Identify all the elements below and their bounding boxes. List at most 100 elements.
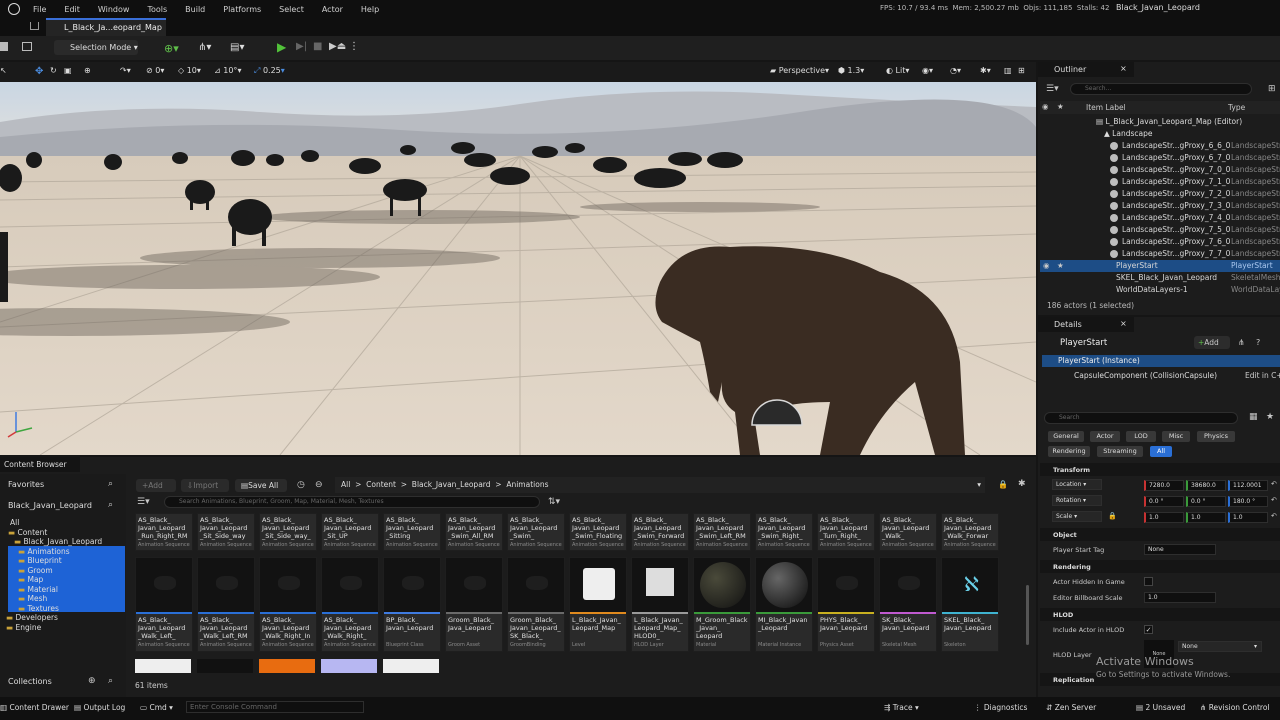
- menu-select[interactable]: Select: [270, 5, 313, 14]
- favorites-search-icon[interactable]: ⌕: [108, 479, 113, 489]
- asset-tile[interactable]: L_Black_Javan_ Leopard_Map Level: [569, 557, 627, 652]
- cb-settings-icon[interactable]: ✱: [1018, 479, 1026, 489]
- breadcrumb-all[interactable]: All: [341, 480, 350, 489]
- rotate-tool-icon[interactable]: ↻: [50, 66, 57, 75]
- hlod-layer-dropdown[interactable]: None ▾: [1178, 641, 1262, 652]
- menu-build[interactable]: Build: [176, 5, 214, 14]
- asset-tile[interactable]: AS_Black_ Javan_Leopard _Sit_UP Animation…: [321, 513, 379, 551]
- asset-tile[interactable]: AS_Black_ Javan_Leopard _Run_Right_RM Ani…: [135, 513, 193, 551]
- zen-server-button[interactable]: ⇵ Zen Server: [1046, 703, 1096, 712]
- section-object[interactable]: Object: [1040, 528, 1280, 541]
- stop-icon[interactable]: ■: [313, 41, 322, 52]
- filter-streaming[interactable]: Streaming: [1097, 446, 1143, 457]
- player-start-tag-input[interactable]: None: [1144, 544, 1216, 555]
- save-icon[interactable]: [0, 42, 8, 51]
- project-search-icon[interactable]: ⌕: [108, 500, 113, 510]
- unsaved-button[interactable]: ▤ 2 Unsaved: [1136, 703, 1185, 712]
- location-x[interactable]: 7280.0: [1144, 480, 1184, 491]
- outliner-row[interactable]: LandscapeStr...gProxy_7_7_0 LandscapeStr: [1040, 248, 1280, 260]
- asset-tile[interactable]: AS_Black_ Javan_Leopard _Swim_Forward Ani…: [631, 513, 689, 551]
- selection-mode-dropdown[interactable]: Selection Mode ▾: [54, 40, 138, 55]
- trace-dropdown[interactable]: ⇶ Trace ▾: [884, 703, 919, 712]
- menu-tools[interactable]: Tools: [138, 5, 176, 14]
- asset-tile[interactable]: AS_Black_ Javan_Leopard _Walk_Left_ Anima…: [135, 557, 193, 652]
- details-star-icon[interactable]: ★: [1266, 412, 1274, 422]
- play-icon[interactable]: ▶: [277, 40, 286, 54]
- translate-tool-icon[interactable]: ✥: [35, 66, 43, 77]
- cb-sort-icon[interactable]: ⇅▾: [548, 497, 560, 507]
- details-tab[interactable]: Details ×: [1038, 317, 1134, 332]
- tree-map[interactable]: ▬ Map: [18, 575, 43, 584]
- close-icon[interactable]: ×: [1120, 319, 1127, 328]
- filter-actor[interactable]: Actor: [1090, 431, 1120, 442]
- cinematics-icon[interactable]: ▤▾: [230, 42, 244, 53]
- tree-all[interactable]: All: [10, 518, 19, 527]
- asset-tile[interactable]: AS_Black_ Javan_Leopard _Sit_Side_way Ani…: [197, 513, 255, 551]
- asset-tile[interactable]: AS_Black_ Javan_Leopard _Walk_ Animation …: [879, 513, 937, 551]
- filter-rendering[interactable]: Rendering: [1048, 446, 1090, 457]
- asset-tile[interactable]: PHYS_Black_ Javan_Leopard Physics Asset: [817, 557, 875, 652]
- outliner-root[interactable]: ▤ L_Black_Javan_Leopard_Map (Editor): [1096, 117, 1242, 126]
- asset-tile[interactable]: AS_Black_ Javan_Leopard _Sitting Animatio…: [383, 513, 441, 551]
- reset-scale-icon[interactable]: ↶: [1271, 512, 1277, 520]
- close-icon[interactable]: ×: [1120, 64, 1127, 73]
- tree-groom[interactable]: ▬ Groom: [18, 566, 53, 575]
- asset-tile[interactable]: ℵ SKEL_Black_ Javan_Leopard Skeleton: [941, 557, 999, 652]
- component-instance-row[interactable]: PlayerStart (Instance): [1042, 355, 1280, 367]
- tree-material[interactable]: ▬ Material: [18, 585, 58, 594]
- asset-tile[interactable]: MI_Black_Javan _Leopard Material Instance: [755, 557, 813, 652]
- edit-in-cpp-link[interactable]: Edit in C+: [1245, 371, 1280, 380]
- collections-search-icon[interactable]: ⌕: [108, 676, 113, 686]
- layout-icon[interactable]: ▥: [1004, 66, 1012, 75]
- surface-snap-icon[interactable]: ↷▾: [120, 66, 131, 75]
- help-icon[interactable]: ?: [1256, 338, 1260, 347]
- cb-import-button[interactable]: ⇩Import: [181, 479, 229, 492]
- show-flags-icon[interactable]: ◉▾: [922, 66, 933, 75]
- actor-hidden-checkbox[interactable]: [1144, 577, 1153, 586]
- outliner-row[interactable]: LandscapeStr...gProxy_6_6_0 LandscapeStr: [1040, 140, 1280, 152]
- outliner-row[interactable]: LandscapeStr...gProxy_7_1_0 LandscapeStr: [1040, 176, 1280, 188]
- cb-add-button[interactable]: +Add: [136, 479, 176, 492]
- asset-tile[interactable]: BP_Black_ Javan_Leopard Blueprint Class: [383, 557, 441, 652]
- col-item-label[interactable]: Item Label: [1086, 103, 1126, 112]
- component-capsule-row[interactable]: CapsuleComponent (CollisionCapsule) Edit …: [1042, 370, 1280, 382]
- asset-tile[interactable]: AS_Black_ Javan_Leopard _Walk_Right_In An…: [259, 557, 317, 652]
- breadcrumb-content[interactable]: Content: [366, 480, 396, 489]
- lit-dropdown[interactable]: ◐ Lit▾: [886, 66, 909, 75]
- menu-edit[interactable]: Edit: [55, 5, 89, 14]
- lock-icon[interactable]: 🔒: [1108, 512, 1117, 520]
- asset-tile[interactable]: L_Black_Javan_ Leopard_Map_ HLOD0_ HLOD L…: [631, 557, 689, 652]
- eject-icon[interactable]: ▶⏏: [329, 41, 346, 52]
- asset-tile[interactable]: Groom_Black_ Java_Leopard Groom Asset: [445, 557, 503, 652]
- outliner-row-world[interactable]: WorldDataLayers-1 WorldDataLay: [1040, 284, 1280, 296]
- menu-window[interactable]: Window: [89, 5, 139, 14]
- add-component-button[interactable]: +Add: [1194, 336, 1230, 349]
- scale-snap[interactable]: ⤢ 0.25▾: [254, 66, 285, 76]
- filter-physics[interactable]: Physics: [1197, 431, 1235, 442]
- col-type[interactable]: Type: [1228, 103, 1245, 112]
- grid-snap-icon[interactable]: ⊘ 0▾: [146, 66, 164, 75]
- cb-search-input[interactable]: Search Animations, Blueprint, Groom, Map…: [164, 496, 540, 508]
- rotation-x[interactable]: 0.0 °: [1144, 496, 1184, 507]
- performance-icon[interactable]: ◔▾: [950, 66, 961, 75]
- section-hlod[interactable]: HLOD: [1040, 608, 1280, 621]
- outliner-row-skel[interactable]: SKEL_Black_Javan_Leopard SkeletalMesh: [1040, 272, 1280, 284]
- location-dropdown[interactable]: Location ▾: [1052, 479, 1102, 490]
- favorites-header[interactable]: Favorites: [8, 480, 44, 489]
- unreal-logo-icon[interactable]: [8, 3, 20, 15]
- outliner-row[interactable]: LandscapeStr...gProxy_7_3_0 LandscapeStr: [1040, 200, 1280, 212]
- maximize-icon[interactable]: ⊞: [1018, 66, 1025, 75]
- reset-location-icon[interactable]: ↶: [1271, 480, 1277, 488]
- blueprint-icon[interactable]: ⋔▾: [198, 42, 211, 53]
- rotation-dropdown[interactable]: Rotation ▾: [1052, 495, 1102, 506]
- project-root-header[interactable]: Black_Javan_Leopard: [8, 501, 92, 510]
- play-next-frame-icon[interactable]: ▶|: [296, 41, 307, 52]
- filter-lod[interactable]: LOD: [1126, 431, 1156, 442]
- asset-tile[interactable]: AS_Black_ Javan_Leopard _Turn_Right_ Anim…: [817, 513, 875, 551]
- tree-project-folder[interactable]: ▬ Black_Javan_Leopard: [14, 537, 102, 546]
- rotation-snap[interactable]: ⊿ 10°▾: [214, 66, 241, 75]
- content-icon[interactable]: [22, 42, 32, 51]
- asset-tile[interactable]: AS_Black_ Javan_Leopard _Sit_Side_way_ An…: [259, 513, 317, 551]
- more-options-icon[interactable]: ⋮: [349, 41, 359, 52]
- menu-file[interactable]: File: [24, 5, 55, 14]
